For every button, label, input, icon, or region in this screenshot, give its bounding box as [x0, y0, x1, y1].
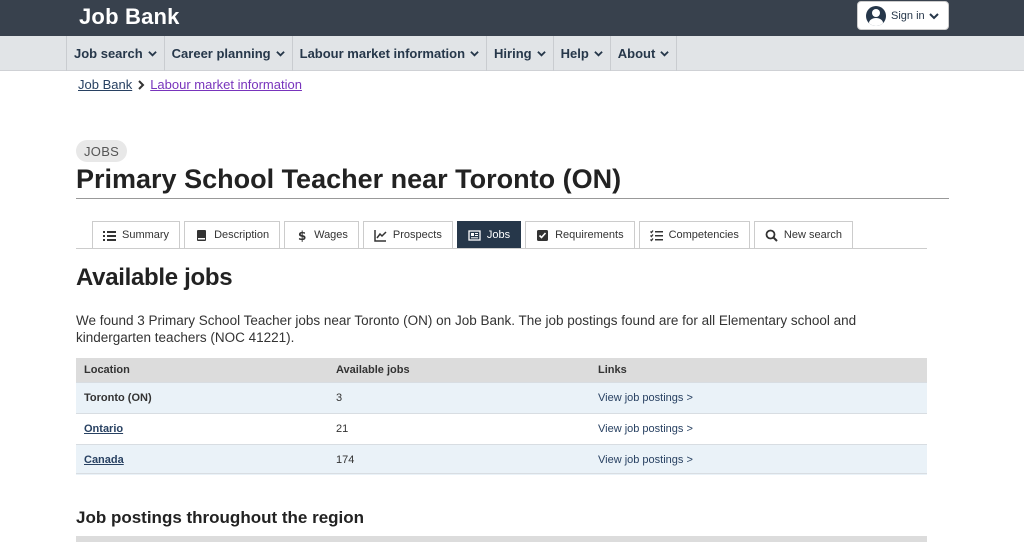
table-row: Canada 174 View job postings >	[76, 443, 927, 475]
title-divider	[76, 198, 949, 199]
chevron-down-icon	[928, 12, 939, 19]
location-cell: Canada	[76, 443, 328, 475]
table-row: Ontario 21 View job postings >	[76, 412, 927, 444]
view-job-postings-link[interactable]: View job postings >	[590, 381, 927, 413]
dollar-icon: $	[298, 229, 306, 242]
tab-competencies[interactable]: Competencies	[638, 221, 750, 248]
menu-labour-market-information[interactable]: Labour market information	[291, 36, 486, 71]
menu-job-search[interactable]: Job search	[66, 36, 164, 71]
tab-wages[interactable]: $ Wages	[284, 221, 359, 248]
location-cell: Ontario	[76, 412, 328, 444]
tab-label: New search	[783, 229, 842, 241]
menu-label: Job search	[74, 46, 143, 61]
chevron-down-icon	[470, 51, 479, 57]
chevron-down-icon	[594, 51, 603, 57]
table-bottom-border	[76, 473, 927, 474]
menu-label: Help	[560, 46, 589, 61]
table-row: Toronto (ON) 3 View job postings >	[76, 381, 927, 413]
available-jobs-table: Location Available jobs Links Toronto (O…	[76, 358, 927, 475]
checklist-icon	[649, 229, 663, 241]
location-link-ontario[interactable]: Ontario	[84, 423, 123, 435]
page-title: Primary School Teacher near Toronto (ON)	[76, 164, 622, 194]
category-tag: JOBS	[76, 140, 128, 162]
table-header-row: Location Available jobs Links	[76, 358, 927, 382]
column-header-location: Location	[76, 358, 328, 382]
checkbox-icon	[537, 229, 549, 241]
list-icon	[103, 230, 116, 241]
tab-label: Wages	[314, 229, 348, 241]
subsection-heading: Job postings throughout the region	[76, 508, 365, 527]
main-menu-bar: Job search Career planning Labour market…	[0, 36, 1024, 71]
menu-about[interactable]: About	[609, 36, 678, 71]
menu-hiring[interactable]: Hiring	[486, 36, 553, 71]
tab-prospects[interactable]: Prospects	[362, 221, 453, 248]
tab-label: Competencies	[668, 229, 739, 241]
tab-label: Jobs	[486, 229, 511, 241]
jobs-count-cell: 21	[328, 412, 590, 444]
user-icon	[866, 5, 886, 26]
breadcrumb: Job Bank Labour market information	[78, 77, 302, 92]
location-link-canada[interactable]: Canada	[84, 454, 124, 466]
tab-label: Requirements	[555, 229, 624, 241]
line-chart-icon	[374, 229, 387, 242]
tab-requirements[interactable]: Requirements	[525, 221, 635, 248]
sign-in-label: Sign in	[891, 9, 925, 22]
search-icon	[765, 229, 778, 242]
chevron-down-icon	[536, 51, 546, 57]
section-heading: Available jobs	[76, 264, 233, 291]
newspaper-icon	[468, 229, 481, 241]
book-icon	[197, 229, 207, 241]
brand-logo[interactable]: Job Bank	[79, 4, 180, 30]
region-table-header-partial	[76, 536, 927, 542]
breadcrumb-job-bank-link[interactable]: Job Bank	[78, 77, 132, 92]
svg-text:$: $	[298, 229, 306, 242]
menu-help[interactable]: Help	[552, 36, 610, 71]
breadcrumb-lmi-link[interactable]: Labour market information	[150, 77, 302, 92]
tab-label: Summary	[122, 229, 170, 241]
tab-label: Description	[214, 229, 270, 241]
intro-text: We found 3 Primary School Teacher jobs n…	[76, 313, 857, 345]
jobs-count-cell: 174	[328, 443, 590, 475]
tab-new-search[interactable]: New search	[753, 221, 853, 248]
menu-career-planning[interactable]: Career planning	[163, 36, 292, 71]
tab-jobs[interactable]: Jobs	[456, 221, 522, 248]
tabs-divider	[76, 248, 927, 249]
sign-in-button[interactable]: Sign in	[857, 1, 949, 30]
column-header-links: Links	[590, 358, 927, 382]
view-job-postings-link[interactable]: View job postings >	[590, 443, 927, 475]
location-cell: Toronto (ON)	[76, 381, 328, 413]
view-job-postings-link[interactable]: View job postings >	[590, 412, 927, 444]
tab-description[interactable]: Description	[184, 221, 281, 248]
jobs-count-cell: 3	[328, 381, 590, 413]
top-bar: Job Bank Sign in	[0, 0, 1024, 36]
column-header-available-jobs: Available jobs	[328, 358, 590, 382]
chevron-down-icon	[275, 51, 285, 57]
menu-label: Career planning	[171, 46, 271, 61]
tab-summary[interactable]: Summary	[92, 221, 181, 248]
chevron-down-icon	[147, 51, 157, 57]
chevron-down-icon	[660, 51, 670, 57]
menu-label: About	[617, 46, 656, 61]
tab-label: Prospects	[392, 229, 442, 241]
chevron-right-icon	[138, 79, 145, 90]
menu-label: Hiring	[494, 46, 532, 61]
menu-label: Labour market information	[299, 46, 466, 61]
main-menu: Job search Career planning Labour market…	[66, 36, 678, 71]
tab-bar: Summary Description $ Wages Prospects Jo…	[92, 221, 857, 248]
